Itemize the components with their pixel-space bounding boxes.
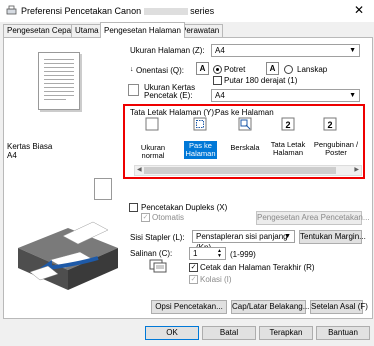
print-options-button[interactable]: Opsi Pencetakan...: [151, 300, 227, 314]
printer-illustration: [18, 221, 118, 290]
redacted-model: [143, 8, 188, 16]
last-page-first-checkbox[interactable]: ✓: [189, 263, 198, 272]
orientation-label: Onentasi (Q):: [136, 66, 185, 75]
apply-button[interactable]: Terapkan: [259, 326, 313, 340]
tiling-poster-icon: 2: [323, 117, 337, 131]
stapling-select[interactable]: Penstapleran sisi panjang (Kn)▼: [192, 230, 295, 252]
rotate-180-checkbox[interactable]: [213, 76, 222, 85]
tab-utama[interactable]: Utama: [71, 24, 103, 37]
rotate-180-label: Putar 180 derajat (1): [224, 76, 298, 85]
collate-label: Kolasi (I): [200, 275, 232, 284]
copies-icon: [149, 259, 167, 273]
last-page-first-label: Cetak dan Halaman Terakhir (R): [200, 263, 315, 272]
preview-paper-size: A4: [7, 151, 17, 160]
printer-paper-select[interactable]: A4 ▼: [211, 89, 360, 102]
layout-option-normal[interactable]: Ukuran normal: [131, 144, 175, 160]
portrait-icon: A: [196, 62, 209, 75]
chevron-down-icon: ▼: [349, 47, 356, 54]
page-layout-label: Tata Letak Halaman (Y):: [130, 108, 217, 117]
chevron-down-icon: ▼: [284, 233, 291, 240]
page-size-label: Ukuran Halaman (Z):: [130, 46, 205, 55]
stamp-background-button[interactable]: Cap/Latar Belakang...: [231, 300, 309, 314]
window-title: Preferensi Pencetakan Canon series: [21, 6, 215, 16]
fit-to-page-icon: [193, 117, 207, 131]
page-layout-current: Pas ke Halaman: [215, 108, 274, 117]
page-size-select[interactable]: A4 ▼: [211, 44, 360, 57]
tab-pengesetan-cepat[interactable]: Pengesetan Cepat: [3, 24, 78, 37]
duplex-checkbox[interactable]: [129, 203, 138, 212]
landscape-radio[interactable]: [284, 65, 293, 74]
tab-pengesetan-halaman[interactable]: Pengesetan Halaman: [100, 22, 185, 38]
landscape-label: Lanskap: [297, 65, 328, 74]
normal-size-icon: [145, 117, 159, 131]
printer-paper-label: Ukuran Kertas Pencetak (E):: [144, 83, 196, 100]
duplex-auto-checkbox[interactable]: ✓: [141, 213, 150, 222]
page-layout-icon: 2: [281, 117, 295, 131]
stapling-label: Sisi Stapler (L):: [130, 233, 185, 242]
portrait-radio[interactable]: [213, 65, 222, 74]
page-preview: [38, 52, 80, 110]
portrait-label: Potret: [224, 65, 246, 74]
layout-scrollbar[interactable]: ◀ ▶: [134, 165, 362, 176]
orientation-arrow-icon: ↓: [130, 66, 134, 73]
collate-checkbox[interactable]: ✓: [189, 275, 198, 284]
scroll-right-icon[interactable]: ▶: [354, 166, 359, 175]
preview-media-type: Kertas Biasa: [7, 142, 53, 151]
close-icon[interactable]: ✕: [354, 4, 364, 16]
tab-strip: Pengesetan Cepat Utama Pengesetan Halama…: [3, 22, 363, 38]
help-button[interactable]: Bantuan: [316, 326, 370, 340]
preview-small-page: [94, 178, 112, 200]
spinner-icon[interactable]: ▲ ▼: [217, 249, 222, 259]
printer-paper-icon: [128, 84, 139, 96]
landscape-icon: A: [266, 62, 279, 75]
layout-option-page-layout[interactable]: Tata Letak Halaman: [268, 141, 308, 157]
svg-text:2: 2: [327, 120, 332, 130]
svg-text:2: 2: [285, 120, 290, 130]
cancel-button[interactable]: Batal: [202, 326, 256, 340]
layout-option-tiling-poster[interactable]: Pengubinan / Poster: [312, 141, 360, 157]
duplex-label: Pencetakan Dupleks (X): [141, 203, 228, 212]
title-bar: Preferensi Pencetakan Canon series ✕: [0, 0, 374, 22]
defaults-button[interactable]: Setelan Asal (F): [310, 300, 368, 314]
scaled-icon: [238, 117, 252, 131]
chevron-down-icon: ▼: [349, 92, 356, 99]
layout-option-scaled[interactable]: Berskala: [226, 144, 264, 152]
duplex-auto-label: Otomatis: [152, 213, 185, 222]
specify-margin-button[interactable]: Tentukan Margin...: [299, 230, 366, 244]
print-area-button[interactable]: Pengesetan Area Pencetakan...: [256, 211, 370, 225]
copies-range: (1-999): [230, 250, 256, 259]
scrollbar-thumb[interactable]: [144, 167, 336, 174]
printer-app-icon: [6, 5, 17, 15]
copies-label: Salinan (C):: [130, 249, 173, 258]
scroll-left-icon[interactable]: ◀: [137, 166, 142, 175]
copies-input[interactable]: 1 ▲ ▼: [189, 247, 226, 260]
layout-option-fit-to-page[interactable]: Pas ke Halaman: [184, 141, 217, 159]
ok-button[interactable]: OK: [145, 326, 199, 340]
